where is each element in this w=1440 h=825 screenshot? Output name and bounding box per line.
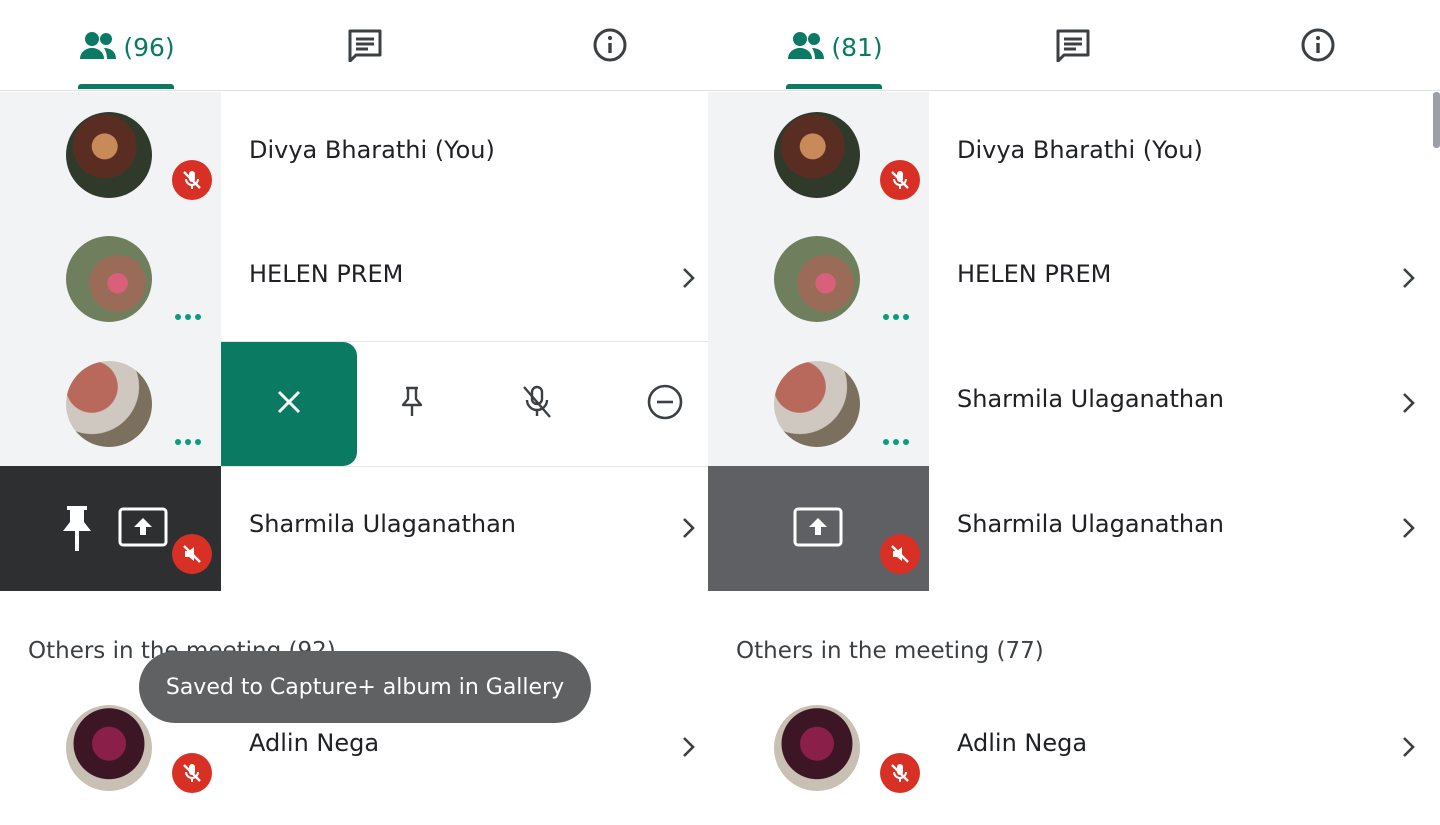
avatar: [774, 236, 860, 322]
chevron-right-icon[interactable]: [1400, 735, 1416, 763]
pin-button[interactable]: [388, 380, 436, 428]
scrollbar[interactable]: [1433, 92, 1440, 148]
people-count: (96): [123, 32, 175, 62]
people-count: (81): [831, 32, 883, 62]
avatar-cell: [708, 216, 929, 341]
present-screen-icon: [117, 506, 169, 552]
participant-row[interactable]: Sharmila Ulaganathan: [708, 341, 1440, 466]
mute-button[interactable]: [513, 380, 561, 428]
tab-people[interactable]: (96): [72, 4, 182, 90]
participant-row[interactable]: Sharmila Ulaganathan: [0, 466, 708, 591]
mic-off-icon: [172, 753, 212, 793]
chevron-right-icon[interactable]: [1400, 516, 1416, 544]
people-icon: [79, 30, 117, 64]
chevron-right-icon[interactable]: [680, 735, 696, 763]
tab-bar: (96): [0, 4, 708, 91]
close-actions-button[interactable]: [221, 342, 357, 466]
avatar: [66, 705, 152, 791]
avatar-cell: [708, 341, 929, 466]
avatar: [774, 705, 860, 791]
tab-chat[interactable]: [330, 4, 400, 90]
mic-off-icon: [520, 384, 554, 424]
pin-icon: [398, 385, 426, 423]
chat-icon: [347, 28, 383, 66]
chevron-right-icon[interactable]: [1400, 391, 1416, 419]
mic-off-icon: [172, 534, 212, 574]
avatar: [774, 361, 860, 447]
avatar: [66, 361, 152, 447]
participant-name: Adlin Nega: [957, 729, 1088, 757]
participant-row[interactable]: Sharmila Ulaganathan: [708, 466, 1440, 591]
participant-name: HELEN PREM: [957, 260, 1112, 288]
more-options-icon[interactable]: [883, 314, 909, 320]
participant-row[interactable]: HELEN PREM: [708, 216, 1440, 341]
participant-action-bar: [221, 341, 708, 467]
avatar-cell: [0, 92, 221, 217]
people-icon: [787, 30, 825, 64]
tab-info[interactable]: [1283, 4, 1353, 90]
participant-name: Sharmila Ulaganathan: [957, 510, 1224, 538]
tab-bar: (81): [708, 4, 1440, 91]
remove-icon: [646, 383, 684, 425]
more-options-icon[interactable]: [883, 439, 909, 445]
mic-off-icon: [880, 534, 920, 574]
active-tab-indicator: [78, 84, 174, 89]
chat-icon: [1055, 28, 1091, 66]
avatar-cell: [0, 216, 221, 341]
participant-row[interactable]: Divya Bharathi (You): [0, 92, 708, 217]
pin-icon: [60, 504, 94, 556]
tab-people[interactable]: (81): [780, 4, 890, 90]
avatar-cell: [0, 341, 221, 466]
participant-name: Sharmila Ulaganathan: [249, 510, 516, 538]
participant-row[interactable]: Divya Bharathi (You): [708, 92, 1440, 217]
participant-name: Sharmila Ulaganathan: [957, 385, 1224, 413]
others-section-label: Others in the meeting (77): [736, 638, 1044, 664]
participants-panel-left: (96) Divya Bharathi (You) HELEN PREM Sha…: [0, 0, 708, 825]
chevron-right-icon[interactable]: [1400, 266, 1416, 294]
close-icon: [274, 387, 304, 421]
info-icon: [592, 27, 628, 67]
avatar: [66, 112, 152, 198]
participant-row[interactable]: Adlin Nega: [708, 685, 1440, 810]
chevron-right-icon[interactable]: [680, 266, 696, 294]
toast-message: Saved to Capture+ album in Gallery: [139, 651, 591, 723]
remove-button[interactable]: [641, 380, 689, 428]
info-icon: [1300, 27, 1336, 67]
mic-off-icon: [880, 160, 920, 200]
more-options-icon[interactable]: [175, 314, 201, 320]
avatar-cell: [0, 466, 221, 591]
participant-name: Divya Bharathi (You): [249, 136, 495, 164]
present-screen-icon: [792, 506, 844, 552]
chevron-right-icon[interactable]: [680, 516, 696, 544]
avatar: [774, 112, 860, 198]
participant-name: HELEN PREM: [249, 260, 404, 288]
avatar: [66, 236, 152, 322]
avatar-cell: [708, 92, 929, 217]
active-tab-indicator: [786, 84, 882, 89]
avatar-cell: [708, 466, 929, 591]
tab-info[interactable]: [575, 4, 645, 90]
tab-chat[interactable]: [1038, 4, 1108, 90]
participant-name: Divya Bharathi (You): [957, 136, 1203, 164]
mic-off-icon: [172, 160, 212, 200]
mic-off-icon: [880, 753, 920, 793]
more-options-icon[interactable]: [175, 439, 201, 445]
participant-name: Adlin Nega: [249, 729, 380, 757]
participant-row[interactable]: HELEN PREM: [0, 216, 708, 341]
participants-panel-right: (81) Divya Bharathi (You) HELEN PREM Sha…: [708, 0, 1440, 825]
avatar-cell: [708, 685, 929, 810]
